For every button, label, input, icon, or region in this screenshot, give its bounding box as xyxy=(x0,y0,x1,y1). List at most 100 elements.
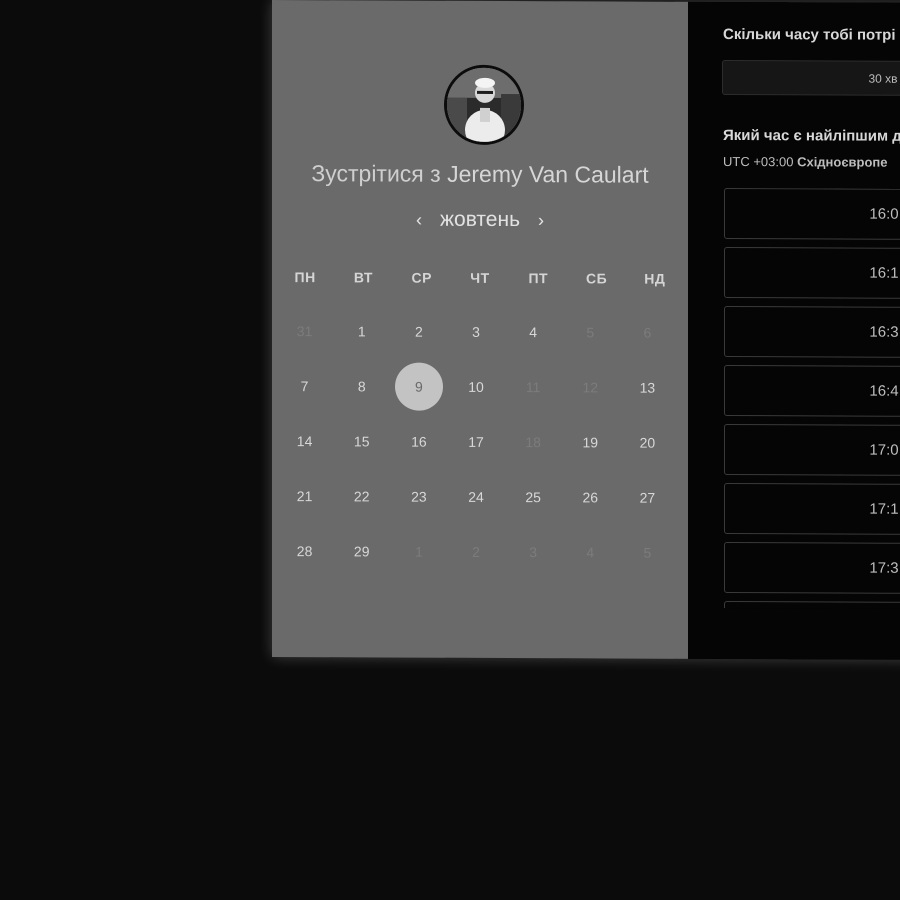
calendar-day-number: 11 xyxy=(525,378,541,395)
calendar-day[interactable]: 8 xyxy=(333,358,390,413)
calendar-day[interactable]: 13 xyxy=(619,360,676,415)
time-slot-button[interactable]: 16:0 xyxy=(724,187,900,241)
time-slot-button[interactable]: 16:1 xyxy=(724,246,900,300)
calendar-day[interactable]: 25 xyxy=(505,469,562,524)
duration-question: Скільки часу тобі потрі xyxy=(723,25,896,44)
calendar-day[interactable]: 7 xyxy=(276,358,333,413)
weekday-label: ПН xyxy=(294,269,316,286)
calendar-day[interactable]: 4 xyxy=(505,304,562,359)
calendar-day-number: 21 xyxy=(296,487,313,504)
calendar-day-number: 18 xyxy=(525,433,541,450)
month-navigation: ‹ жовтень › xyxy=(272,207,688,233)
time-slot-button[interactable]: 17:3 xyxy=(724,541,900,595)
scheduling-panel: Скільки часу тобі потрі 30 хв Який час є… xyxy=(688,1,900,661)
calendar-day: 12 xyxy=(562,359,619,414)
avatar xyxy=(444,64,524,146)
duration-value: 30 хв xyxy=(868,71,898,86)
calendar-day[interactable]: 26 xyxy=(562,469,619,524)
calendar-day-number: 29 xyxy=(353,542,370,559)
calendar-day[interactable]: 20 xyxy=(619,415,676,470)
calendar-day-number: 6 xyxy=(643,324,652,341)
calendar-day[interactable]: 10 xyxy=(447,359,504,414)
calendar-day-number: 2 xyxy=(414,323,423,340)
calendar-day[interactable]: 2 xyxy=(390,304,447,359)
calendar-day-number: 12 xyxy=(582,378,599,395)
time-slot-button[interactable]: 16:3 xyxy=(724,305,900,359)
calendar-day-number: 10 xyxy=(468,378,484,395)
time-slot-button[interactable]: 17:1 xyxy=(724,482,900,536)
chevron-left-icon[interactable]: ‹ xyxy=(412,209,426,230)
calendar-day-number: 13 xyxy=(639,379,656,396)
calendar-day[interactable]: 15 xyxy=(333,413,390,468)
calendar-day[interactable]: 16 xyxy=(390,414,447,469)
month-label: жовтень xyxy=(439,207,521,232)
calendar-day[interactable]: 22 xyxy=(333,468,390,523)
calendar-day-number: 24 xyxy=(468,488,484,505)
time-slot-button[interactable] xyxy=(724,600,900,610)
host-name: Jeremy Van Caulart xyxy=(447,160,649,188)
calendar-day-number: 31 xyxy=(296,322,313,339)
calendar-day-number: 8 xyxy=(357,377,366,394)
calendar-day-number: 26 xyxy=(582,488,599,505)
calendar-day-number: 5 xyxy=(586,323,595,340)
calendar-day-number: 14 xyxy=(296,432,313,449)
calendar-day[interactable]: 27 xyxy=(619,470,676,525)
calendar-day: 2 xyxy=(447,524,504,579)
calendar-day-number: 27 xyxy=(639,489,656,506)
calendar-day-number: 1 xyxy=(414,543,423,560)
time-slot-list: 16:0 16:1 16:3 16:4 17:0 17:1 17:3 xyxy=(724,187,900,610)
time-slot-button[interactable]: 17:0 xyxy=(724,423,900,477)
calendar-grid: 31 1 2 3 4 5 6 7 8 9 10 11 12 13 14 15 16 17 18 19 20 21 22 23 2… xyxy=(276,303,676,580)
title-prefix: Зустрітися з xyxy=(311,160,441,187)
calendar-day: 18 xyxy=(505,414,562,469)
calendar-day[interactable]: 23 xyxy=(390,469,447,524)
weekday-label: НД xyxy=(644,270,666,287)
calendar-day[interactable]: 29 xyxy=(333,523,390,578)
calendar-day: 4 xyxy=(562,524,619,579)
calendar-day: 1 xyxy=(390,524,447,579)
calendar-day-number: 3 xyxy=(472,323,480,340)
calendar-day-number: 22 xyxy=(353,487,370,504)
calendar-day-number: 23 xyxy=(411,488,427,505)
calendar-day-selected[interactable]: 9 xyxy=(390,359,447,414)
calendar-day-number: 20 xyxy=(639,434,656,451)
calendar-day-number: 28 xyxy=(296,542,313,559)
time-slot-button[interactable]: 16:4 xyxy=(724,364,900,418)
calendar-day-number: 2 xyxy=(472,543,480,560)
duration-selector[interactable]: 30 хв xyxy=(722,59,900,97)
weekday-label: ВТ xyxy=(353,269,373,286)
calendar-day[interactable]: 28 xyxy=(276,523,333,578)
calendar-day-number: 19 xyxy=(582,433,599,450)
page: Зустрітися з Jeremy Van Caulart ‹ жовтен… xyxy=(0,0,900,900)
time-question: Який час є найліпшим д xyxy=(723,126,900,145)
calendar-day-number: 7 xyxy=(300,377,309,394)
calendar-day[interactable]: 14 xyxy=(276,413,333,468)
weekday-label: ЧТ xyxy=(470,269,490,286)
calendar-day: 6 xyxy=(619,305,676,360)
calendar-day-number: 17 xyxy=(468,433,484,450)
calendar-day-number: 15 xyxy=(353,432,370,449)
calendar-day-number: 4 xyxy=(529,323,538,340)
calendar-day[interactable]: 21 xyxy=(276,468,333,523)
calendar-day[interactable]: 3 xyxy=(447,304,504,359)
calendar-day-number: 1 xyxy=(357,322,366,339)
timezone-selector[interactable]: UTC +03:00 Східноєвропе xyxy=(723,154,888,170)
calendar-panel: Зустрітися з Jeremy Van Caulart ‹ жовтен… xyxy=(272,0,688,659)
calendar-day[interactable]: 19 xyxy=(562,414,619,469)
timezone-name: Східноєвропе xyxy=(797,154,888,170)
calendar-day: 5 xyxy=(619,525,676,580)
chevron-right-icon[interactable]: › xyxy=(534,210,548,231)
calendar-day: 11 xyxy=(505,359,562,414)
calendar-day-number: 4 xyxy=(586,543,595,560)
calendar-day[interactable]: 17 xyxy=(447,414,504,469)
weekday-label: СР xyxy=(411,269,432,286)
calendar-day-number: 16 xyxy=(411,433,427,450)
page-title: Зустрітися з Jeremy Van Caulart xyxy=(272,160,688,189)
calendar-day: 31 xyxy=(276,303,333,358)
calendar-day-number: 3 xyxy=(529,543,538,560)
calendar-day[interactable]: 24 xyxy=(447,469,504,524)
calendar-day[interactable]: 1 xyxy=(333,303,390,358)
calendar-day: 3 xyxy=(505,524,562,579)
calendar-day: 5 xyxy=(562,304,619,359)
timezone-offset: UTC +03:00 xyxy=(723,153,794,170)
